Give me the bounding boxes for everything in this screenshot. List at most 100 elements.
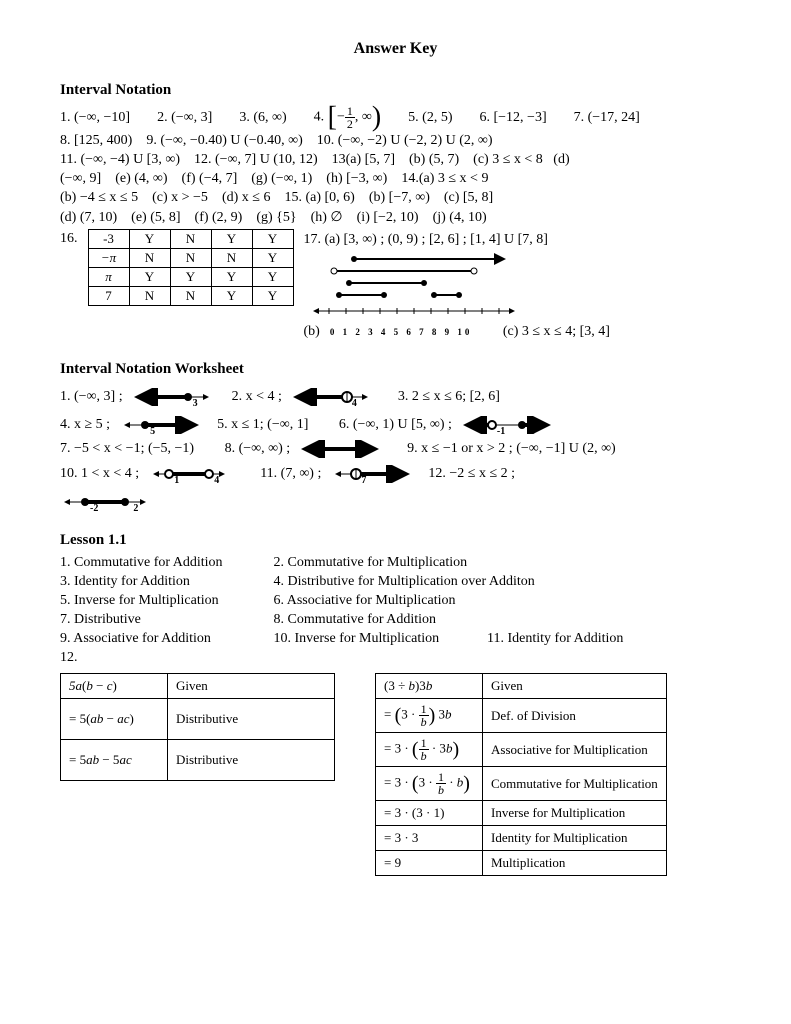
s3p2: 2. Commutative for Multiplication [274,555,468,570]
sec1-row7: 16. -3YNYY −πNNNY πYYYY 7NNYY 17. (a) [3… [60,229,731,343]
table-row: = 3 · (1b · 3b)Associative for Multiplic… [376,733,667,767]
p13h: (h) [−3, ∞) [326,171,387,186]
s2p4: 4. x ≥ 5 ; [60,417,110,433]
table-row: = 5ab − 5acDistributive [61,740,335,781]
p14a: 14.(a) 3 ≤ x < 9 [401,171,488,186]
s2p7: 7. −5 < x < −1; (−5, −1) [60,441,194,457]
s3p4: 4. Distributive for Multiplication over … [274,574,535,589]
number-lines-diagram-icon [304,251,524,321]
table-row: −πNNNY [88,249,293,268]
table-row: = 3 · 3Identity for Multiplication [376,826,667,851]
s3p7: 7. Distributive [60,612,270,628]
p15i: (i) [−2, 10) [357,210,419,225]
numberline-icon [462,416,552,434]
p10: 10. (−∞, −2) U (−2, 2) U (2, ∞) [317,133,493,148]
sec2-row3: 7. −5 < x < −1; (−5, −1) 8. (−∞, ∞) ; 9.… [60,440,731,458]
p15a: 15. (a) [0, 6) [284,190,354,205]
p9: 9. (−∞, −0.40) U (−0.40, ∞) [146,133,302,148]
p12: 12. (−∞, 7] U (10, 12) [194,152,318,167]
p13b: (b) (5, 7) [409,152,459,167]
lbl: 4 [214,475,219,486]
numberline-icon [292,388,372,406]
section-2-heading: Interval Notation Worksheet [60,361,731,378]
p16: 16. [60,229,78,247]
s3p1: 1. Commutative for Addition [60,555,270,571]
p13c: (c) 3 ≤ x < 8 [473,152,543,167]
s3p6: 6. Associative for Multiplication [274,593,456,608]
lbl: -1 [497,426,505,437]
p5: 5. (2, 5) [408,110,452,126]
s3p3: 3. Identity for Addition [60,574,270,590]
s2p3: 3. 2 ≤ x ≤ 6; [2, 6] [398,389,500,405]
lbl: 1 [174,475,179,486]
table-row: = (3 · 1b) 3bDef. of Division [376,699,667,733]
s3p10: 10. Inverse for Multiplication [274,631,484,647]
page-title: Answer Key [60,40,731,58]
p4: 4. [−12, ∞) [314,105,382,130]
s3p12: 12. [60,650,78,665]
p17c: (c) 3 ≤ x ≤ 4; [3, 4] [503,324,610,340]
p15h: (h) ∅ [311,210,343,225]
s2p10: 10. 1 < x < 4 ; [60,466,139,482]
s2p8: 8. (−∞, ∞) ; [225,441,291,457]
p14b: (b) −4 ≤ x ≤ 5 [60,190,138,205]
sec1-row1: 1. (−∞, −10] 2. (−∞, 3] 3. (6, ∞) 4. [−1… [60,105,731,130]
sec2-row1: 1. (−∞, 3] ; 3 2. x < 4 ; 4 3. 2 ≤ x ≤ 6… [60,384,731,409]
s2p11: 11. (7, ∞) ; [260,466,321,482]
table-row: (3 ÷ b)3bGiven [376,674,667,699]
s2p12: 12. −2 ≤ x ≤ 2 ; [428,466,515,482]
yn-table: -3YNYY −πNNNY πYYYY 7NNYY [88,229,294,306]
p6: 6. [−12, −3] [480,110,547,126]
proof-table-b: (3 ÷ b)3bGiven = (3 · 1b) 3bDef. of Divi… [375,673,667,876]
table-row: = 3 · (3 · 1b · b)Commutative for Multip… [376,767,667,801]
sec3-row: 9. Associative for Addition 10. Inverse … [60,631,731,647]
frac-den: 2 [345,118,355,130]
table-row: πYYYY [88,268,293,287]
lbracket-icon: [ [328,102,337,133]
p15e: (e) (5, 8] [131,210,180,225]
rparen-icon: ) [372,102,381,133]
sec1-row4: (−∞, 9] (e) (4, ∞) (f) (−4, 7] (g) (−∞, … [60,171,731,187]
s2p2: 2. x < 4 ; [232,389,282,405]
p2: 2. (−∞, 3] [157,110,212,126]
sec2-row4: 10. 1 < x < 4 ; 1 4 11. (7, ∞) ; 7 12. −… [60,461,731,486]
table-row: = 3 · (3 · 1)Inverse for Multiplication [376,801,667,826]
sec1-row3: 11. (−∞, −4) U [3, ∞) 12. (−∞, 7] U (10,… [60,152,731,168]
lbl: 4 [352,398,357,409]
table-row: = 5(ab − ac)Distributive [61,699,335,740]
lbl: 3 [193,398,198,409]
sec1-row5: (b) −4 ≤ x ≤ 5 (c) x > −5 (d) x ≤ 6 15. … [60,190,731,206]
sec3-row: 5. Inverse for Multiplication 6. Associa… [60,593,731,609]
table-row: = 9Multiplication [376,851,667,876]
s2p6: 6. (−∞, 1) U [5, ∞) ; [339,417,452,433]
lbl: -2 [90,503,98,514]
table-row: 7NNYY [88,287,293,306]
sec2-row5: -2 2 [60,489,731,514]
p14d: (d) x ≤ 6 [222,190,271,205]
numberline-icon [120,416,200,434]
p1: 1. (−∞, −10] [60,110,130,126]
proof-tables: 5a(b − c)Given = 5(ab − ac)Distributive … [60,669,731,876]
numberline-icon [331,465,411,483]
section-3-heading: Lesson 1.1 [60,532,731,549]
p13e: (e) (4, ∞) [115,171,167,186]
p13g: (g) (−∞, 1) [251,171,312,186]
table-row: 5a(b − c)Given [61,674,335,699]
p15g: (g) {5} [256,210,296,225]
p15c: (c) [5, 8] [444,190,493,205]
s2p1: 1. (−∞, 3] ; [60,389,123,405]
p15f: (f) (2, 9) [195,210,243,225]
s3p8: 8. Commutative for Addition [274,612,437,627]
table-row: -3YNYY [88,230,293,249]
s2p5: 5. x ≤ 1; (−∞, 1] [217,417,308,433]
p8: 8. [125, 400) [60,133,132,148]
s2p9: 9. x ≤ −1 or x > 2 ; (−∞, −1] U (2, ∞) [407,441,616,457]
p11: 11. (−∞, −4) U [3, ∞) [60,152,180,167]
section-1-heading: Interval Notation [60,82,731,99]
s3p9: 9. Associative for Addition [60,631,270,647]
lbl: 2 [133,503,138,514]
numberline-icon [300,440,380,458]
p4-prefix: 4. [314,110,328,125]
sec2-row2: 4. x ≥ 5 ; 5 5. x ≤ 1; (−∞, 1] 6. (−∞, 1… [60,412,731,437]
sec3-row: 3. Identity for Addition 4. Distributive… [60,574,731,590]
